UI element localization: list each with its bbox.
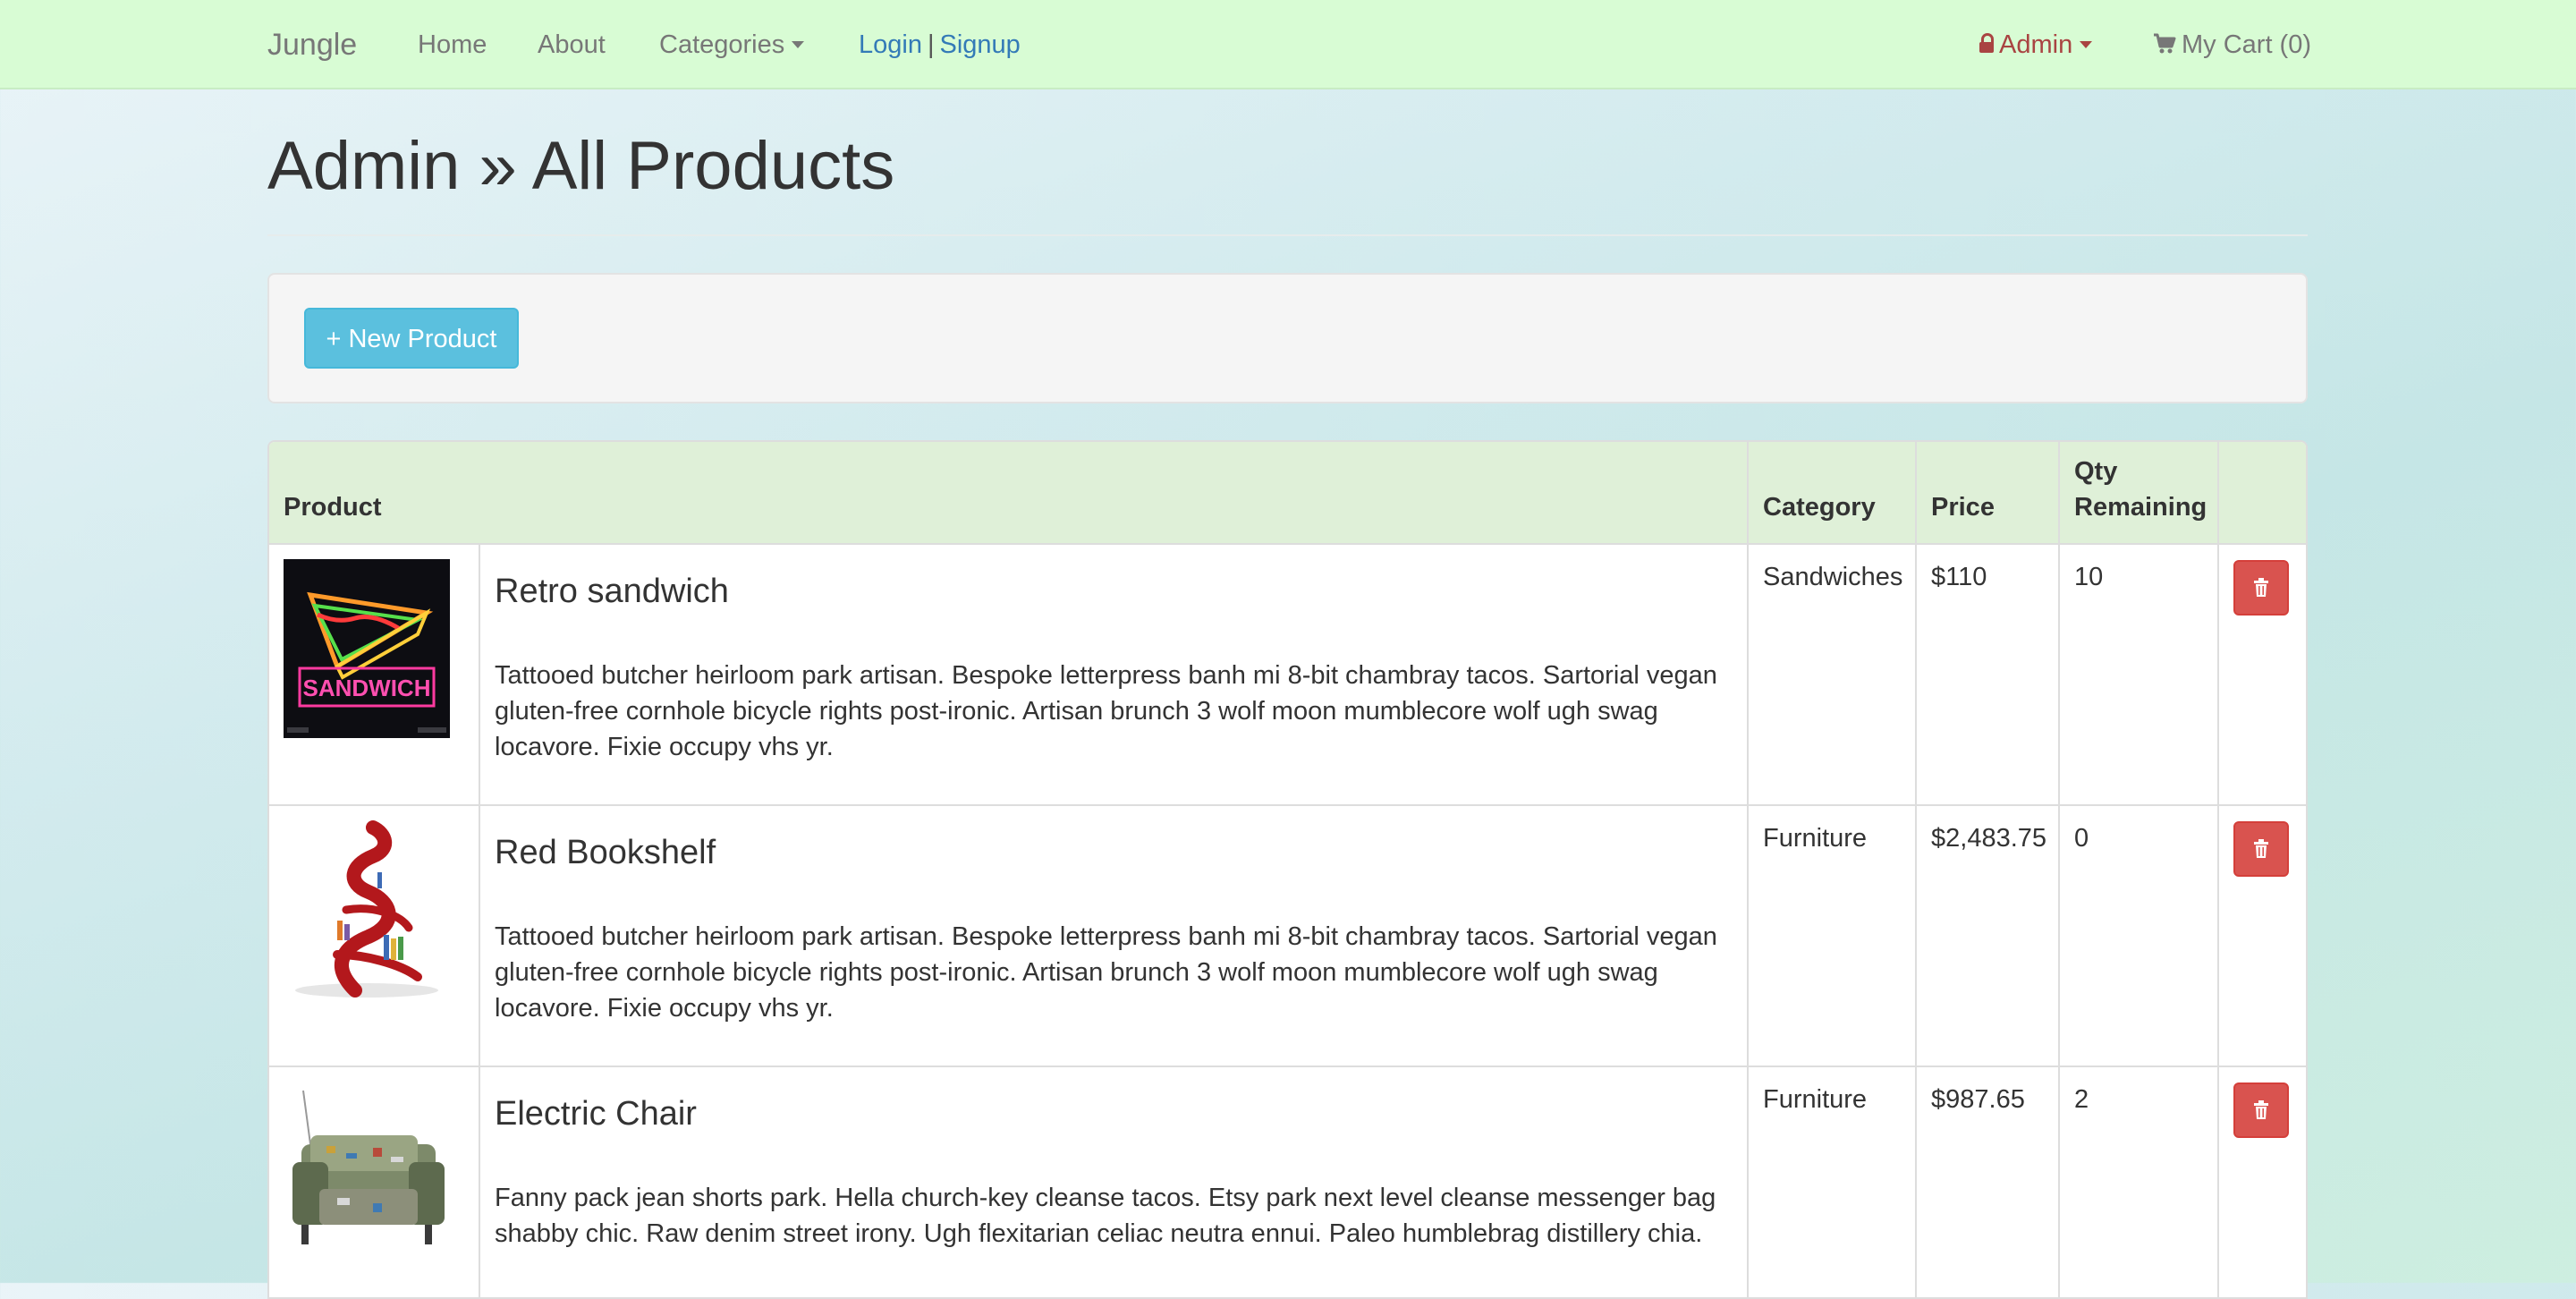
- caret-down-icon: [792, 40, 805, 48]
- product-qty: 0: [2058, 804, 2218, 1066]
- auth-links: Login | Signup: [859, 0, 1021, 89]
- product-name: Electric Chair: [495, 1095, 697, 1133]
- product-actions-cell: [2217, 804, 2306, 1066]
- product-name: Red Bookshelf: [495, 834, 716, 871]
- product-description: Tattooed butcher heirloom park artisan. …: [495, 661, 1717, 761]
- product-actions-cell: [2217, 1066, 2306, 1297]
- product-image-cell: [269, 1066, 479, 1297]
- delete-product-button[interactable]: [2233, 1082, 2289, 1138]
- caret-down-icon: [2080, 40, 2093, 48]
- product-category: Furniture: [1747, 1066, 1916, 1297]
- auth-separator: |: [927, 30, 935, 59]
- header-actions: [2217, 442, 2306, 545]
- header-price: Price: [1915, 442, 2059, 545]
- product-qty: 2: [2058, 1066, 2218, 1297]
- login-link[interactable]: Login: [859, 30, 922, 59]
- actions-well: + New Product: [267, 273, 2308, 403]
- admin-label: Admin: [1999, 30, 2073, 59]
- header-qty: Qty Remaining: [2058, 442, 2218, 545]
- admin-dropdown[interactable]: Admin: [1979, 0, 2093, 89]
- title-divider: [267, 234, 2308, 236]
- product-image[interactable]: [284, 820, 450, 999]
- delete-product-button[interactable]: [2233, 821, 2289, 877]
- header-product: Product: [269, 442, 1748, 545]
- product-info-cell: Retro sandwich Tattooed butcher heirloom…: [479, 543, 1748, 805]
- product-actions-cell: [2217, 543, 2306, 805]
- product-description: Fanny pack jean shorts park. Hella churc…: [495, 1184, 1716, 1248]
- product-category: Furniture: [1747, 804, 1916, 1066]
- product-description: Tattooed butcher heirloom park artisan. …: [495, 922, 1717, 1023]
- product-info-cell: Red Bookshelf Tattooed butcher heirloom …: [479, 804, 1748, 1066]
- nav-home-link[interactable]: Home: [418, 0, 487, 89]
- lock-icon: [1979, 33, 1994, 54]
- product-image[interactable]: SANDWICH: [284, 559, 450, 738]
- product-image-cell: SANDWICH: [269, 543, 479, 805]
- table-header-row: Product Category Price Qty Remaining: [269, 442, 2306, 545]
- nav-about-link[interactable]: About: [538, 0, 606, 89]
- product-name: Retro sandwich: [495, 573, 729, 610]
- product-category: Sandwiches: [1747, 543, 1916, 805]
- new-product-button[interactable]: + New Product: [304, 308, 519, 369]
- header-category: Category: [1747, 442, 1916, 545]
- product-price: $110: [1915, 543, 2059, 805]
- product-image-cell: [269, 804, 479, 1066]
- product-qty: 10: [2058, 543, 2218, 805]
- navbar-inner: Jungle Home About Categories Login | Signu…: [267, 0, 2311, 89]
- cart-label: My Cart (0): [2182, 30, 2311, 59]
- signup-link[interactable]: Signup: [940, 30, 1021, 59]
- image-neon-text: SANDWICH: [303, 675, 431, 701]
- shopping-cart-icon: [2154, 33, 2176, 54]
- trash-icon: [2254, 839, 2268, 858]
- top-navbar: Jungle Home About Categories Login | Signu…: [0, 0, 2576, 89]
- trash-icon: [2254, 578, 2268, 597]
- products-table: Product Category Price Qty Remaining SAN…: [267, 440, 2308, 1299]
- nav-categories-label: Categories: [659, 30, 785, 59]
- delete-product-button[interactable]: [2233, 560, 2289, 616]
- product-info-cell: Electric Chair Fanny pack jean shorts pa…: [479, 1066, 1748, 1297]
- product-image[interactable]: [284, 1082, 450, 1261]
- table-row: SANDWICH Retro sandwich Tattooed butcher…: [269, 543, 2306, 805]
- cart-link[interactable]: My Cart (0): [2153, 0, 2311, 89]
- nav-categories-dropdown[interactable]: Categories: [659, 0, 805, 89]
- brand-link[interactable]: Jungle: [267, 0, 357, 89]
- table-row: Electric Chair Fanny pack jean shorts pa…: [269, 1066, 2306, 1297]
- product-price: $987.65: [1915, 1066, 2059, 1297]
- table-row: Red Bookshelf Tattooed butcher heirloom …: [269, 804, 2306, 1066]
- product-price: $2,483.75: [1915, 804, 2059, 1066]
- trash-icon: [2254, 1100, 2268, 1119]
- page-title: Admin » All Products: [267, 128, 895, 204]
